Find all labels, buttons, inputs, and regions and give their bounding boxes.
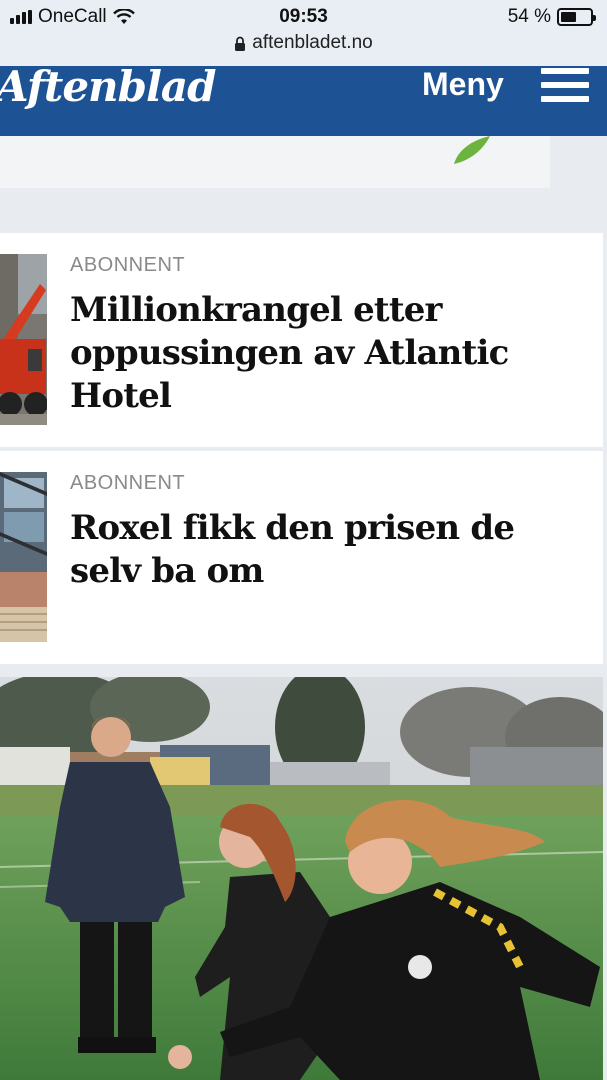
article-card[interactable]: ABONNENT Roxel fikk den prisen de selv b…	[0, 451, 603, 664]
article-headline[interactable]: Millionkrangel etter oppussingen av Atla…	[70, 289, 590, 418]
article-photo[interactable]	[0, 677, 603, 1080]
article-card[interactable]: ABONNENT Millionkrangel etter oppussinge…	[0, 233, 603, 447]
menu-label[interactable]: Meny	[422, 66, 504, 103]
status-bar: OneCall 09:53 54 % aftenbladet.no	[0, 0, 607, 66]
url-text: aftenbladet.no	[252, 32, 373, 53]
site-header: Aftenblad Meny	[0, 62, 607, 136]
lock-icon	[235, 36, 246, 51]
building-image	[0, 472, 47, 642]
leaf-graphic	[454, 136, 490, 164]
address-bar[interactable]: aftenbladet.no	[0, 32, 607, 54]
football-training-image	[0, 677, 603, 1080]
subscriber-tag: ABONNENT	[70, 254, 186, 276]
menu-icon[interactable]	[541, 68, 589, 102]
article-thumbnail[interactable]	[0, 254, 47, 425]
crane-image	[0, 254, 47, 425]
battery-level	[561, 12, 577, 22]
battery-percent: 54 %	[507, 6, 551, 27]
ad-banner[interactable]	[0, 136, 550, 188]
article-headline[interactable]: Roxel fikk den prisen de selv ba om	[70, 507, 590, 593]
subscriber-tag: ABONNENT	[70, 472, 186, 494]
battery-icon	[557, 8, 596, 26]
article-thumbnail[interactable]	[0, 472, 47, 642]
site-logo[interactable]: Aftenblad	[0, 62, 216, 111]
status-right: 54 %	[507, 6, 596, 28]
